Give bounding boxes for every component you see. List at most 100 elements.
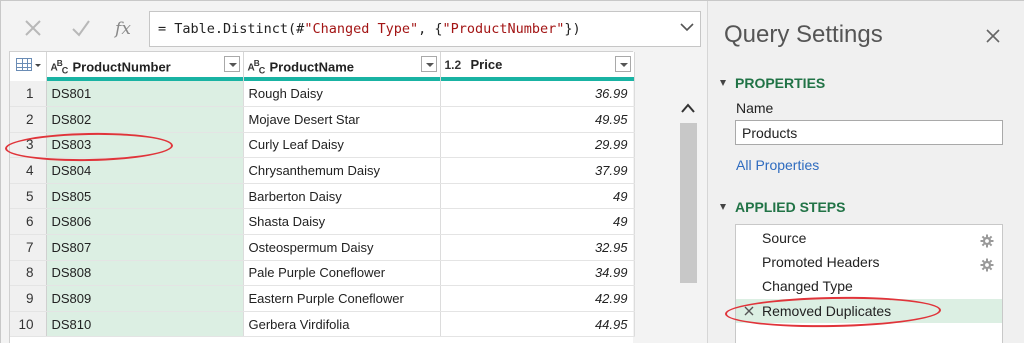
gear-icon[interactable] bbox=[980, 255, 994, 272]
cell-price[interactable]: 34.99 bbox=[440, 260, 635, 287]
chevron-down-icon[interactable] bbox=[679, 19, 695, 35]
cell-price[interactable]: 44.95 bbox=[440, 311, 635, 338]
fx-label: fx bbox=[115, 19, 131, 39]
decimal-type-icon[interactable]: 1.2 bbox=[445, 53, 471, 78]
grid-body: 1 DS801 Rough Daisy 36.99 2 DS802 Mojave Dese… bbox=[10, 81, 635, 338]
table-row[interactable]: 6 DS806 Shasta Daisy 49 bbox=[10, 208, 635, 236]
column-header-price[interactable]: 1.2 Price bbox=[440, 52, 635, 78]
cell-product-name[interactable]: Osteospermum Daisy bbox=[243, 234, 441, 261]
close-x-icon[interactable] bbox=[21, 17, 45, 41]
step-label: Promoted Headers bbox=[762, 254, 880, 270]
chevron-up-icon[interactable] bbox=[680, 101, 696, 115]
cell-price[interactable]: 29.99 bbox=[440, 132, 635, 159]
cell-product-number[interactable]: DS809 bbox=[46, 285, 244, 312]
section-label: APPLIED STEPS bbox=[735, 199, 846, 215]
column-header-label: Price bbox=[470, 57, 503, 72]
formula-end: }) bbox=[564, 21, 581, 37]
row-number[interactable]: 3 bbox=[10, 132, 47, 159]
cell-price[interactable]: 49 bbox=[440, 208, 635, 236]
cell-price[interactable]: 49.95 bbox=[440, 106, 635, 133]
cell-price[interactable]: 37.99 bbox=[440, 157, 635, 184]
scrollbar-thumb[interactable] bbox=[680, 123, 697, 283]
cell-product-name[interactable]: Rough Daisy bbox=[243, 81, 441, 108]
cell-product-name[interactable]: Chrysanthemum Daisy bbox=[243, 157, 441, 184]
applied-steps-section-header[interactable]: APPLIED STEPS bbox=[720, 199, 845, 215]
formula-input[interactable]: = Table.Distinct(#"Changed Type", {"Prod… bbox=[149, 11, 701, 47]
cell-product-number[interactable]: DS804 bbox=[46, 157, 244, 184]
column-header-productname[interactable]: ABC ProductName bbox=[243, 52, 441, 77]
step-source[interactable]: Source bbox=[736, 226, 1002, 250]
step-promoted-headers[interactable]: Promoted Headers bbox=[736, 250, 1002, 274]
checkmark-icon[interactable] bbox=[69, 17, 93, 41]
row-number[interactable]: 9 bbox=[10, 285, 47, 312]
step-removed-duplicates[interactable]: Removed Duplicates bbox=[736, 299, 1002, 323]
table-row[interactable]: 4 DS804 Chrysanthemum Daisy 37.99 bbox=[10, 157, 635, 184]
row-number[interactable]: 6 bbox=[10, 208, 47, 236]
cell-product-number[interactable]: DS805 bbox=[46, 183, 244, 210]
table-row[interactable]: 1 DS801 Rough Daisy 36.99 bbox=[10, 81, 635, 108]
properties-section-header[interactable]: PROPERTIES bbox=[720, 75, 825, 91]
query-settings-pane: Query Settings PROPERTIES Name All Prope… bbox=[707, 1, 1024, 343]
table-row[interactable]: 10 DS810 Gerbera Virdifolia 44.95 bbox=[10, 311, 635, 338]
cell-product-name[interactable]: Curly Leaf Daisy bbox=[243, 132, 441, 159]
table-row[interactable]: 5 DS805 Barberton Daisy 49 bbox=[10, 183, 635, 210]
table-row[interactable]: 8 DS808 Pale Purple Coneflower 34.99 bbox=[10, 260, 635, 287]
table-grid-icon bbox=[16, 58, 32, 71]
vertical-scrollbar[interactable] bbox=[677, 97, 699, 343]
step-changed-type[interactable]: Changed Type bbox=[736, 274, 1002, 298]
applied-steps-list: Source Promoted Headers Changed Type Rem… bbox=[735, 224, 1003, 343]
row-number[interactable]: 5 bbox=[10, 183, 47, 210]
collapse-triangle-icon[interactable] bbox=[720, 204, 726, 210]
close-icon[interactable] bbox=[984, 27, 1002, 45]
step-label: Changed Type bbox=[762, 278, 853, 294]
query-name-input[interactable] bbox=[735, 120, 1003, 145]
row-number[interactable]: 10 bbox=[10, 311, 47, 338]
filter-dropdown-button[interactable] bbox=[420, 56, 437, 72]
section-label: PROPERTIES bbox=[735, 75, 826, 91]
cell-product-name[interactable]: Eastern Purple Coneflower bbox=[243, 285, 441, 312]
row-number[interactable]: 1 bbox=[10, 81, 47, 108]
row-number[interactable]: 8 bbox=[10, 260, 47, 287]
column-header-label: ProductName bbox=[269, 59, 355, 75]
step-label: Source bbox=[762, 230, 807, 246]
table-row[interactable]: 2 DS802 Mojave Desert Star 49.95 bbox=[10, 106, 635, 133]
cell-product-number[interactable]: DS808 bbox=[46, 260, 244, 287]
cell-product-number[interactable]: DS803 bbox=[46, 132, 244, 159]
caret-down-icon bbox=[35, 64, 41, 67]
cell-product-number[interactable]: DS802 bbox=[46, 106, 244, 133]
cell-product-name[interactable]: Pale Purple Coneflower bbox=[243, 260, 441, 287]
cell-product-number[interactable]: DS807 bbox=[46, 234, 244, 261]
data-grid: ABC ProductNumber ABC ProductName 1.2 Price bbox=[9, 51, 635, 343]
cell-product-number[interactable]: DS806 bbox=[46, 208, 244, 236]
cell-price[interactable]: 49 bbox=[440, 183, 635, 210]
row-number[interactable]: 7 bbox=[10, 234, 47, 261]
cell-price[interactable]: 42.99 bbox=[440, 285, 635, 312]
table-row[interactable]: 7 DS807 Osteospermum Daisy 32.95 bbox=[10, 234, 635, 261]
filter-dropdown-button[interactable] bbox=[614, 56, 631, 72]
cell-product-name[interactable]: Barberton Daisy bbox=[243, 183, 441, 210]
cell-product-number[interactable]: DS801 bbox=[46, 81, 244, 108]
table-row[interactable]: 3 DS803 Curly Leaf Daisy 29.99 bbox=[10, 132, 635, 159]
cell-price[interactable]: 32.95 bbox=[440, 234, 635, 261]
formula-bar: fx = Table.Distinct(#"Changed Type", {"P… bbox=[7, 9, 701, 49]
text-type-icon[interactable]: ABC bbox=[248, 51, 270, 83]
fx-icon[interactable]: fx bbox=[111, 17, 135, 41]
table-menu-button[interactable] bbox=[10, 52, 47, 77]
power-query-editor: fx = Table.Distinct(#"Changed Type", {"P… bbox=[0, 0, 1024, 343]
name-label: Name bbox=[736, 100, 774, 116]
cell-product-name[interactable]: Gerbera Virdifolia bbox=[243, 311, 441, 338]
all-properties-link[interactable]: All Properties bbox=[736, 157, 819, 173]
gear-icon[interactable] bbox=[980, 231, 994, 248]
cell-price[interactable]: 36.99 bbox=[440, 81, 635, 108]
column-header-productnumber[interactable]: ABC ProductNumber bbox=[46, 52, 244, 77]
delete-x-icon[interactable] bbox=[744, 299, 754, 330]
filter-dropdown-button[interactable] bbox=[223, 56, 240, 72]
row-number[interactable]: 4 bbox=[10, 157, 47, 184]
cell-product-name[interactable]: Shasta Daisy bbox=[243, 208, 441, 236]
text-type-icon[interactable]: ABC bbox=[51, 51, 73, 83]
table-row[interactable]: 9 DS809 Eastern Purple Coneflower 42.99 bbox=[10, 285, 635, 312]
cell-product-name[interactable]: Mojave Desert Star bbox=[243, 106, 441, 133]
row-number[interactable]: 2 bbox=[10, 106, 47, 133]
cell-product-number[interactable]: DS810 bbox=[46, 311, 244, 338]
collapse-triangle-icon[interactable] bbox=[720, 80, 726, 86]
